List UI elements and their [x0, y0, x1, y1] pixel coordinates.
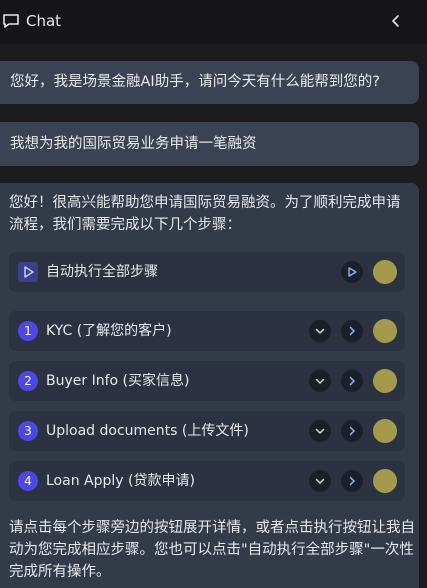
expand-step-button[interactable]	[309, 420, 331, 442]
execute-step-button[interactable]	[341, 370, 363, 392]
play-icon	[18, 262, 38, 282]
user-request-message: 我想为我的国际贸易业务申请一笔融资	[0, 122, 419, 166]
avatar	[373, 419, 397, 443]
step-number-badge: 3	[18, 421, 38, 441]
chevron-right-icon	[349, 326, 355, 336]
expand-step-button[interactable]	[309, 370, 331, 392]
auto-run-all-row[interactable]: 自动执行全部步骤	[9, 252, 405, 292]
assistant-greeting-message: 您好，我是场景金融AI助手，请问今天有什么能帮到您的?	[0, 61, 419, 104]
step-row-kyc[interactable]: 1 KYC (了解您的客户)	[9, 311, 405, 351]
chat-bubble-icon	[3, 14, 19, 28]
assistant-outro-text: 请点击每个步骤旁边的按钮展开详情，或者点击执行按钮让我自动为您完成相应步骤。您也…	[9, 520, 415, 580]
step-row-upload-documents[interactable]: 3 Upload documents (上传文件)	[9, 411, 405, 451]
chevron-left-icon[interactable]	[386, 11, 406, 31]
chevron-right-icon	[349, 476, 355, 486]
auto-run-all-label: 自动执行全部步骤	[46, 264, 158, 280]
avatar	[373, 319, 397, 343]
page-title: Chat	[26, 12, 62, 30]
step-row-loan-apply[interactable]: 4 Loan Apply (贷款申请)	[9, 461, 405, 501]
avatar	[373, 260, 397, 284]
step-number-badge: 4	[18, 471, 38, 491]
chat-header: Chat	[0, 0, 427, 44]
step-number-badge: 2	[18, 371, 38, 391]
play-icon	[348, 267, 357, 277]
step-label: Loan Apply (贷款申请)	[46, 473, 195, 489]
run-all-button[interactable]	[341, 261, 363, 283]
chevron-right-icon	[349, 426, 355, 436]
chevron-right-icon	[349, 376, 355, 386]
expand-step-button[interactable]	[309, 470, 331, 492]
expand-step-button[interactable]	[309, 320, 331, 342]
execute-step-button[interactable]	[341, 420, 363, 442]
execute-step-button[interactable]	[341, 470, 363, 492]
step-row-buyer-info[interactable]: 2 Buyer Info (买家信息)	[9, 361, 405, 401]
assistant-intro-text: 您好！很高兴能帮助您申请国际贸易融资。为了顺利完成申请流程，我们需要完成以下几个…	[9, 195, 401, 233]
avatar	[373, 369, 397, 393]
step-label: KYC (了解您的客户)	[46, 323, 172, 339]
step-label: Upload documents (上传文件)	[46, 423, 249, 439]
avatar	[373, 469, 397, 493]
chevron-down-icon	[315, 328, 325, 334]
step-label: Buyer Info (买家信息)	[46, 373, 190, 389]
chevron-down-icon	[315, 378, 325, 384]
chevron-down-icon	[315, 428, 325, 434]
chevron-down-icon	[315, 478, 325, 484]
execute-step-button[interactable]	[341, 320, 363, 342]
step-number-badge: 1	[18, 321, 38, 341]
